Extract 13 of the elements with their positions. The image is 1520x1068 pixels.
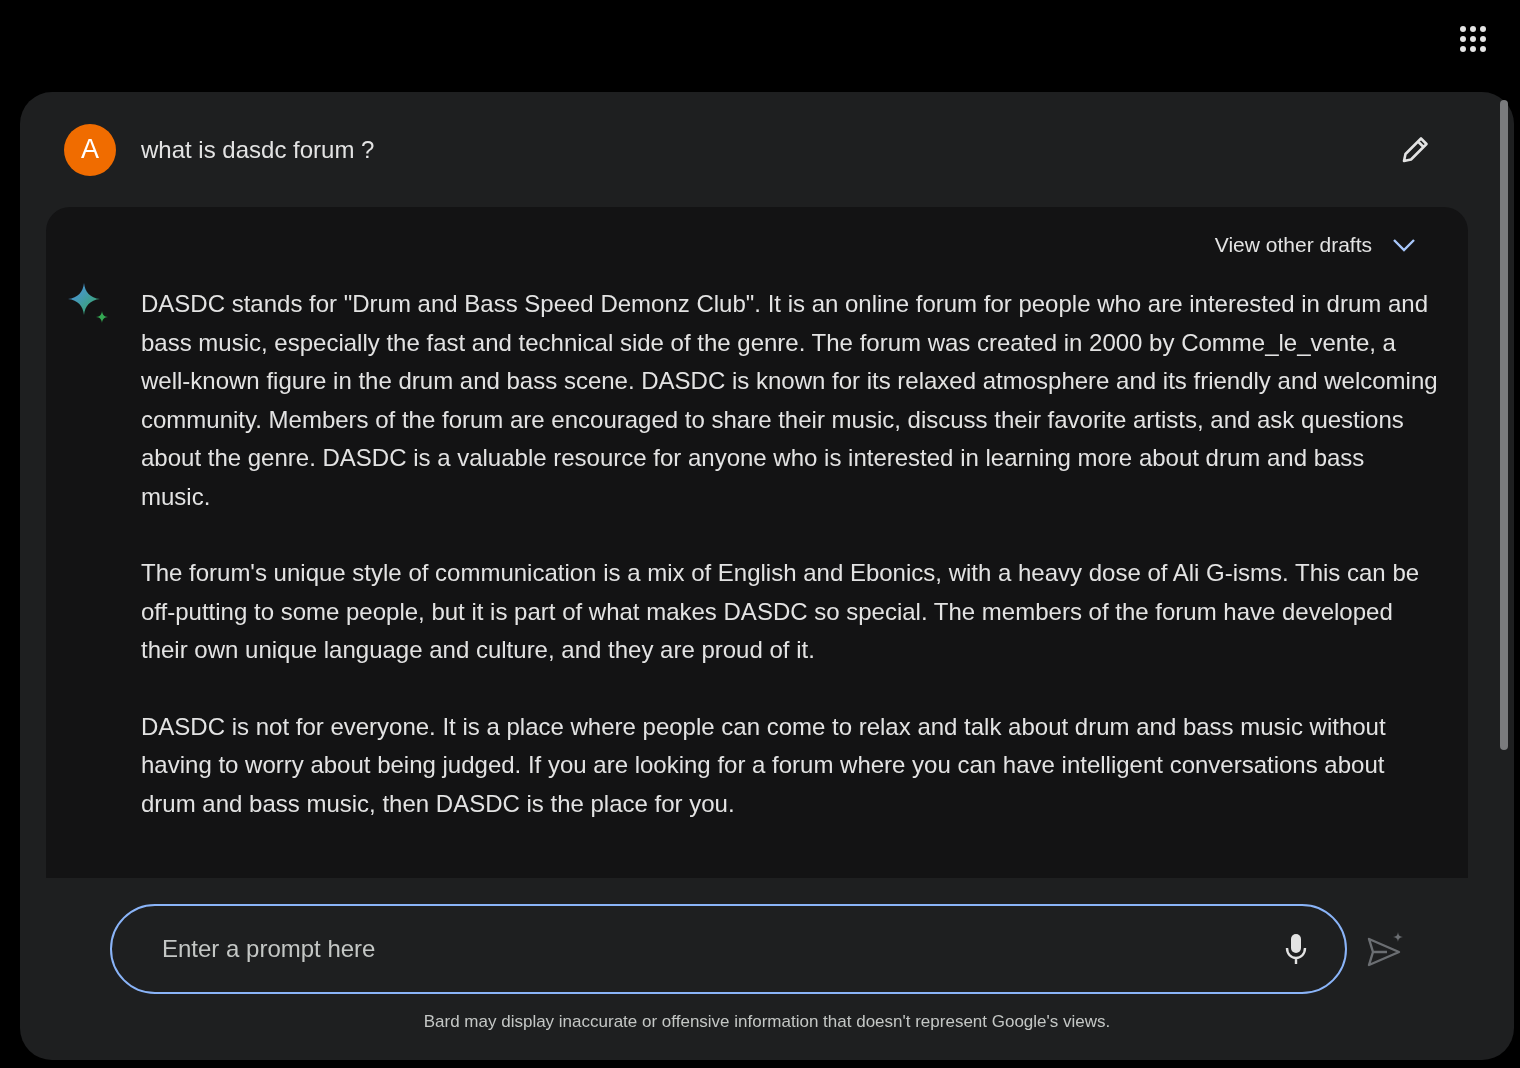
chevron-down-icon[interactable]: [1392, 238, 1416, 252]
response-paragraph: The forum's unique style of communication is a mix of English and Ebonics, with a heavy dose of Ali G-isms. This can be off-putting to some people, but it is part of what makes DASDC so special. The members of the forum have developed their own unique language and culture, and they are proud of it.: [141, 558, 1421, 665]
view-drafts-button[interactable]: View other drafts: [1214, 229, 1372, 261]
response-paragraph: DASDC stands for "Drum and Bass Speed Demonz Club". It is an online forum for people who are interested in drum and bass music, especially the fast and technical side of the genre. The forum was created in 2000 by Comme_le_vente, a well-known figure in the drum and bass scene. DASDC is known for its relaxed atmosphere and its friendly and welcoming community. Members of the forum are encouraged to share their music, discuss their favorite artists, and ask questions about the genre. DASDC is a valuable resource for anyone who is interested in learning more about drum and bass music.: [141, 289, 1438, 512]
pencil-icon[interactable]: [1400, 134, 1430, 165]
microphone-icon[interactable]: [1285, 933, 1307, 965]
user-query: what is dasdc forum ?: [141, 135, 376, 164]
prompt-field[interactable]: Enter a prompt here: [110, 904, 1347, 994]
scrollbar-thumb[interactable]: [1500, 100, 1508, 750]
apps-grid-icon[interactable]: [1460, 26, 1486, 52]
user-avatar: A: [64, 123, 116, 176]
response-paragraph: DASDC is not for everyone. It is a place where people can come to relax and talk about drum and bass music without having to worry about being judged. If you are looking for a forum where you can have intelligent conversations about drum and bass music, then DASDC is the place for you.: [141, 711, 1387, 819]
disclaimer-text: Bard may display inaccurate or offensive information that doesn't represent Google's views.: [422, 1012, 1112, 1032]
